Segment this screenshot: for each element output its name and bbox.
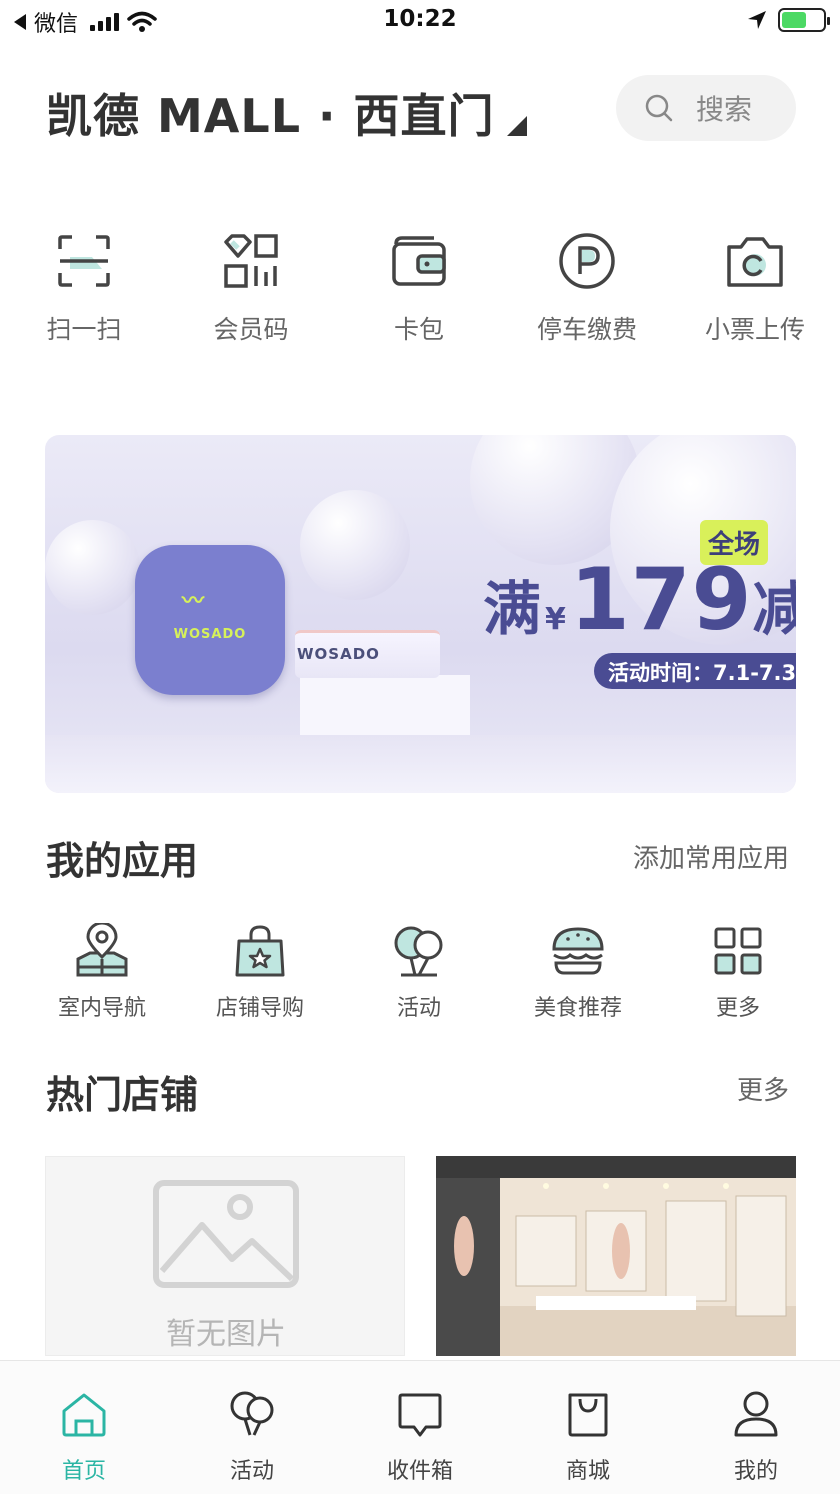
app-label: 美食推荐 [533,996,622,1021]
app-label: 室内导航 [57,996,146,1021]
member-code-icon [224,234,278,288]
quick-actions: 扫一扫 会员码 卡包 停车缴费 小票上传 [0,230,840,350]
status-bar: 微信 10:22 [0,0,840,44]
mall-selector[interactable]: 凯德 MALL · 西直门 [46,80,527,146]
shop-bag-icon [568,1393,608,1437]
quick-action-label: 卡包 [393,315,444,344]
tin-brand: WOSADO [297,645,380,663]
promo-date: 活动时间：7.1-7.31 [594,653,796,689]
banner-floor [45,735,796,793]
balloon-icon [230,1391,274,1436]
add-apps-link[interactable]: 添加常用应用 [633,838,789,875]
tab-label: 活动 [229,1459,274,1484]
shopping-bag-icon [235,925,285,977]
hot-shops-title: 热门店铺 [46,1073,199,1117]
tab-home[interactable]: 首页 [0,1361,168,1494]
home-icon [62,1393,106,1437]
battery-icon [778,8,830,32]
location-arrow-icon [748,11,766,29]
tab-mall-shop[interactable]: 商城 [504,1361,672,1494]
app-food-recommend[interactable]: 美食推荐 [508,922,648,1022]
quick-action-label: 会员码 [213,315,289,344]
camera-icon [727,237,783,287]
wallet-icon [392,236,446,286]
quick-action-label: 停车缴费 [536,315,637,344]
product-tin: WOSADO [295,630,440,678]
search-icon [645,94,673,122]
back-to-wechat[interactable]: 微信 [14,6,157,38]
tab-inbox[interactable]: 收件箱 [336,1361,504,1494]
bottom-tab-bar: 首页 活动 收件箱 商城 我的 [0,1360,840,1494]
scan-icon [58,235,110,287]
banner-sphere [300,490,410,600]
app-indoor-navigation[interactable]: 室内导航 [32,922,172,1022]
search-button[interactable]: 搜索 [616,75,796,141]
brand-logo: 〰 [182,589,205,614]
tab-me[interactable]: 我的 [672,1361,840,1494]
promo-headline: 满 ¥179减 [483,550,796,650]
promo-currency: ¥ [545,602,566,637]
inbox-icon [398,1393,442,1437]
quick-action-member-code[interactable]: 会员码 [181,230,321,346]
store-photo [436,1156,796,1356]
app-more[interactable]: 更多 [668,922,808,1022]
app-label: 活动 [396,996,441,1021]
quick-action-label: 小票上传 [704,315,805,344]
compact-brand: WOSADO [173,627,247,642]
quick-action-label: 扫一扫 [46,315,122,344]
signal-icon [90,13,120,31]
quick-action-parking[interactable]: 停车缴费 [517,230,657,346]
tab-label: 收件箱 [386,1459,453,1484]
app-shop-guide[interactable]: 店铺导购 [190,922,330,1022]
app-label: 更多 [715,996,760,1021]
promo-prefix: 满 [483,575,542,643]
banner-pedestal [300,675,470,735]
promo-suffix: 减 [752,575,796,643]
search-label: 搜索 [696,93,753,126]
burger-icon [552,927,604,975]
user-icon [734,1391,778,1437]
grid-icon [714,927,762,975]
parking-icon [559,233,615,289]
shop-card-store-photo[interactable] [436,1156,796,1356]
promo-amount: 179 [569,550,753,650]
app-label: 店铺导购 [215,996,304,1021]
promo-banner[interactable]: 〰 WOSADO WOSADO 全场 满 ¥179减 活动时间：7.1-7.31 [45,435,796,793]
hot-shops-more-link[interactable]: 更多 [737,1070,789,1107]
tab-label: 我的 [733,1459,778,1484]
carrier-label: 微信 [34,12,79,37]
back-arrow-icon [14,14,26,30]
no-image-text: 暂无图片 [166,1317,286,1352]
image-placeholder-icon [153,1180,299,1288]
mall-name: 凯德 MALL · 西直门 [46,89,495,143]
product-compact: 〰 WOSADO [135,545,285,695]
shop-card-placeholder[interactable]: 暂无图片 [45,1156,405,1356]
tab-activities[interactable]: 活动 [168,1361,336,1494]
quick-action-scan[interactable]: 扫一扫 [14,230,154,346]
balloon-icon [394,926,443,977]
my-apps-title: 我的应用 [46,839,199,883]
app-activities[interactable]: 活动 [349,922,489,1022]
banner-sphere [45,520,140,615]
quick-action-receipt-upload[interactable]: 小票上传 [685,230,825,346]
map-pin-icon [76,923,128,977]
tab-label: 首页 [61,1459,106,1484]
dropdown-icon [506,116,527,136]
tab-label: 商城 [565,1459,610,1484]
quick-action-wallet[interactable]: 卡包 [349,230,489,346]
wifi-icon [127,11,157,32]
